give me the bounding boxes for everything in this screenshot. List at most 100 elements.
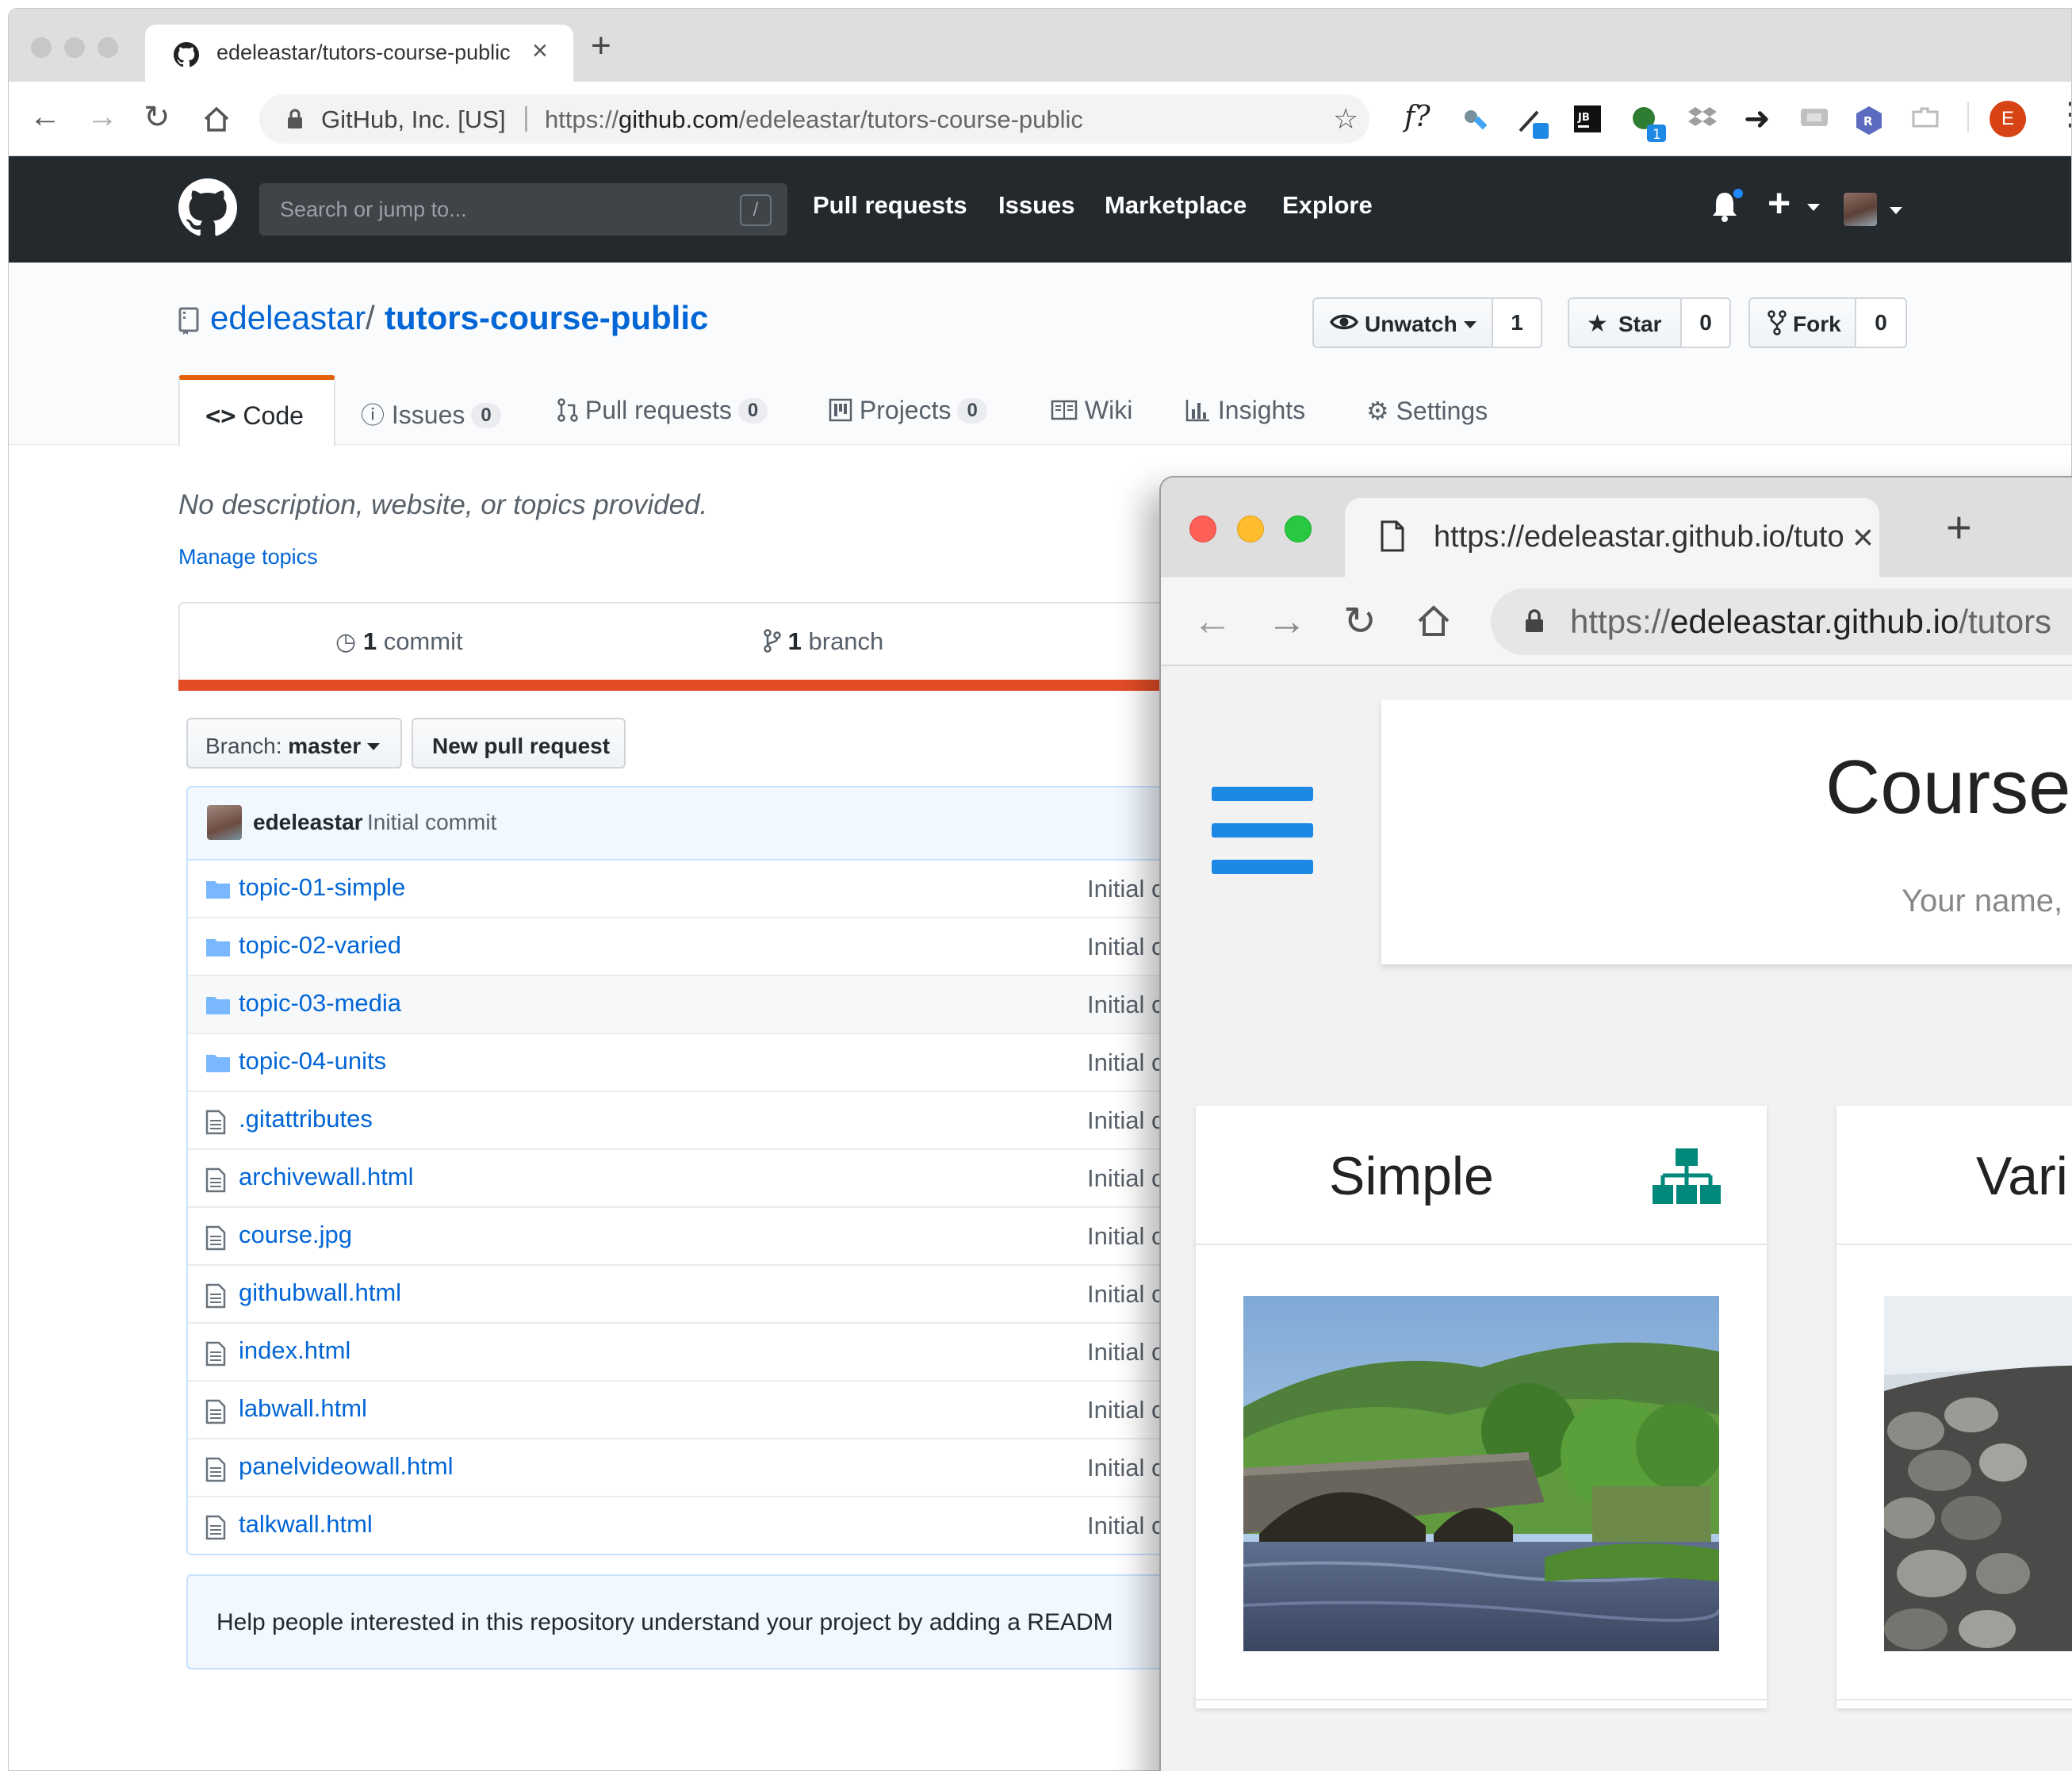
commit-author-avatar[interactable] — [207, 805, 242, 840]
manage-topics-link[interactable]: Manage topics — [178, 545, 318, 569]
address-bar[interactable]: GitHub, Inc. [US] | https://github.com/e… — [259, 94, 1369, 144]
file-commit-message[interactable]: Initial c — [1087, 1048, 1163, 1077]
address-bar[interactable]: https://edeleastar.github.io/tutors — [1491, 588, 2072, 655]
file-commit-message[interactable]: Initial c — [1087, 1164, 1163, 1193]
file-name-link[interactable]: topic-01-simple — [239, 873, 405, 902]
star-button[interactable]: ★ Star — [1568, 297, 1682, 348]
back-icon[interactable]: ← — [1193, 598, 1232, 644]
satellite-extension-icon[interactable] — [1460, 105, 1492, 137]
file-name-link[interactable]: githubwall.html — [239, 1278, 401, 1307]
profile-avatar[interactable]: E — [1990, 101, 2026, 137]
reload-icon[interactable]: ↻ — [144, 99, 170, 136]
repo-owner-link[interactable]: edeleastar — [210, 299, 366, 337]
file-commit-message[interactable]: Initial c — [1087, 1106, 1163, 1135]
commits-link[interactable]: ◷ 1 commit — [335, 627, 463, 656]
fork-count[interactable]: 0 — [1856, 297, 1907, 348]
hamburger-menu-icon[interactable] — [1212, 787, 1313, 876]
new-pull-request-button[interactable]: New pull request — [412, 718, 626, 769]
forward-icon[interactable]: → — [1267, 598, 1307, 644]
user-dropdown-caret-icon[interactable] — [1890, 207, 1902, 214]
unwatch-button[interactable]: Unwatch — [1312, 297, 1493, 348]
file-commit-message[interactable]: Initial c — [1087, 1512, 1163, 1540]
create-dropdown-caret-icon[interactable] — [1807, 204, 1820, 211]
bookmark-star-icon[interactable]: ☆ — [1333, 102, 1358, 136]
zoom-window-button[interactable] — [98, 37, 118, 58]
tab-pull-requests[interactable]: Pull requests 0 — [557, 396, 768, 466]
user-avatar[interactable] — [1844, 193, 1877, 226]
github-logo-icon[interactable] — [178, 178, 237, 237]
new-tab-button[interactable]: + — [591, 26, 611, 66]
share-arrow-icon[interactable]: ➜ — [1744, 101, 1771, 137]
file-commit-message[interactable]: Initial c — [1087, 1454, 1163, 1482]
reload-icon[interactable]: ↻ — [1343, 598, 1377, 644]
star-count[interactable]: 0 — [1682, 297, 1731, 348]
file-name-link[interactable]: .gitattributes — [239, 1105, 373, 1133]
file-name-link[interactable]: topic-04-units — [239, 1047, 386, 1075]
create-new-icon[interactable]: + — [1768, 180, 1790, 226]
file-commit-message[interactable]: Initial c — [1087, 1222, 1163, 1251]
fx-extension-icon[interactable]: f? — [1404, 101, 1430, 133]
commit-author[interactable]: edeleastar — [253, 810, 363, 835]
github-search-input[interactable]: Search or jump to... / — [259, 183, 787, 236]
tab-insights[interactable]: Insights — [1185, 396, 1305, 466]
menu-kebab-icon[interactable]: ⋮ — [2055, 96, 2071, 132]
home-icon[interactable] — [1416, 604, 1451, 638]
header-link-pull-requests[interactable]: Pull requests — [813, 191, 967, 220]
chat-extension-icon[interactable] — [1799, 105, 1829, 131]
file-name-link[interactable]: labwall.html — [239, 1394, 367, 1423]
tab-settings[interactable]: ⚙ Settings — [1366, 396, 1488, 466]
new-tab-button[interactable]: + — [1946, 501, 1972, 553]
branch-select-button[interactable]: Branch: master — [186, 718, 402, 769]
browser-tab-course[interactable]: https://edeleastar.github.io/tutors-cour… — [1345, 498, 1879, 577]
branch-name: master — [288, 734, 362, 758]
header-link-issues[interactable]: Issues — [998, 191, 1075, 220]
file-commit-message[interactable]: Initial c — [1087, 1280, 1163, 1309]
header-link-explore[interactable]: Explore — [1282, 191, 1373, 220]
file-name-link[interactable]: index.html — [239, 1336, 350, 1365]
repo-name-link[interactable]: tutors-course-public — [385, 299, 708, 337]
file-name-link[interactable]: topic-02-varied — [239, 931, 401, 960]
watch-count[interactable]: 1 — [1493, 297, 1542, 348]
tab-close-icon[interactable]: × — [532, 36, 548, 67]
tab-close-icon[interactable]: × — [1852, 516, 1874, 558]
repo-header: edeleastar / tutors-course-public Unwatc… — [9, 263, 2071, 447]
header-link-marketplace[interactable]: Marketplace — [1105, 191, 1247, 220]
zoom-window-button[interactable] — [1285, 516, 1312, 542]
fork-button[interactable]: Fork — [1748, 297, 1856, 348]
tab-issues[interactable]: ⓘ Issues 0 — [361, 396, 501, 466]
tab-wiki[interactable]: Wiki — [1051, 396, 1132, 466]
file-name-link[interactable]: panelvideowall.html — [239, 1452, 454, 1481]
file-name-link[interactable]: archivewall.html — [239, 1163, 414, 1191]
dropbox-extension-icon[interactable] — [1688, 105, 1717, 131]
file-commit-message[interactable]: Initial c — [1087, 1338, 1163, 1367]
hexagon-extension-icon[interactable]: R — [1855, 105, 1883, 136]
pen-extension-icon[interactable] — [1517, 105, 1552, 140]
commit-message[interactable]: Initial commit — [367, 810, 496, 835]
topic-card-varied[interactable]: Vari — [1836, 1106, 2072, 1708]
jetbrains-extension-icon[interactable]: JB — [1574, 105, 1601, 132]
puzzle-extension-icon[interactable] — [1910, 105, 1940, 131]
file-name-link[interactable]: topic-03-media — [239, 989, 401, 1018]
browser-tab-github[interactable]: edeleastar/tutors-course-public × — [145, 25, 573, 82]
bridge-photo[interactable] — [1243, 1296, 1719, 1651]
stone-wall-photo[interactable] — [1884, 1296, 2072, 1651]
tab-projects[interactable]: Projects 0 — [829, 396, 987, 466]
address-url: https://edeleastar.github.io/tutors — [1570, 603, 2052, 640]
forward-icon[interactable]: → — [86, 99, 118, 135]
branches-link[interactable]: 1 branch — [764, 627, 883, 656]
file-name-link[interactable]: talkwall.html — [239, 1510, 373, 1539]
minimize-window-button[interactable] — [64, 37, 85, 58]
file-commit-message[interactable]: Initial c — [1087, 991, 1163, 1019]
file-commit-message[interactable]: Initial c — [1087, 875, 1163, 903]
file-name-link[interactable]: course.jpg — [239, 1221, 352, 1249]
close-window-button[interactable] — [1189, 516, 1216, 542]
tab-code[interactable]: <> Code — [178, 375, 335, 447]
file-commit-message[interactable]: Initial c — [1087, 1396, 1163, 1424]
back-icon[interactable]: ← — [29, 99, 61, 135]
green-extension-icon[interactable]: 1 — [1630, 105, 1668, 144]
file-commit-message[interactable]: Initial c — [1087, 933, 1163, 961]
home-icon[interactable] — [202, 105, 231, 132]
close-window-button[interactable] — [31, 37, 52, 58]
minimize-window-button[interactable] — [1237, 516, 1264, 542]
topic-card-simple[interactable]: Simple — [1196, 1106, 1767, 1708]
